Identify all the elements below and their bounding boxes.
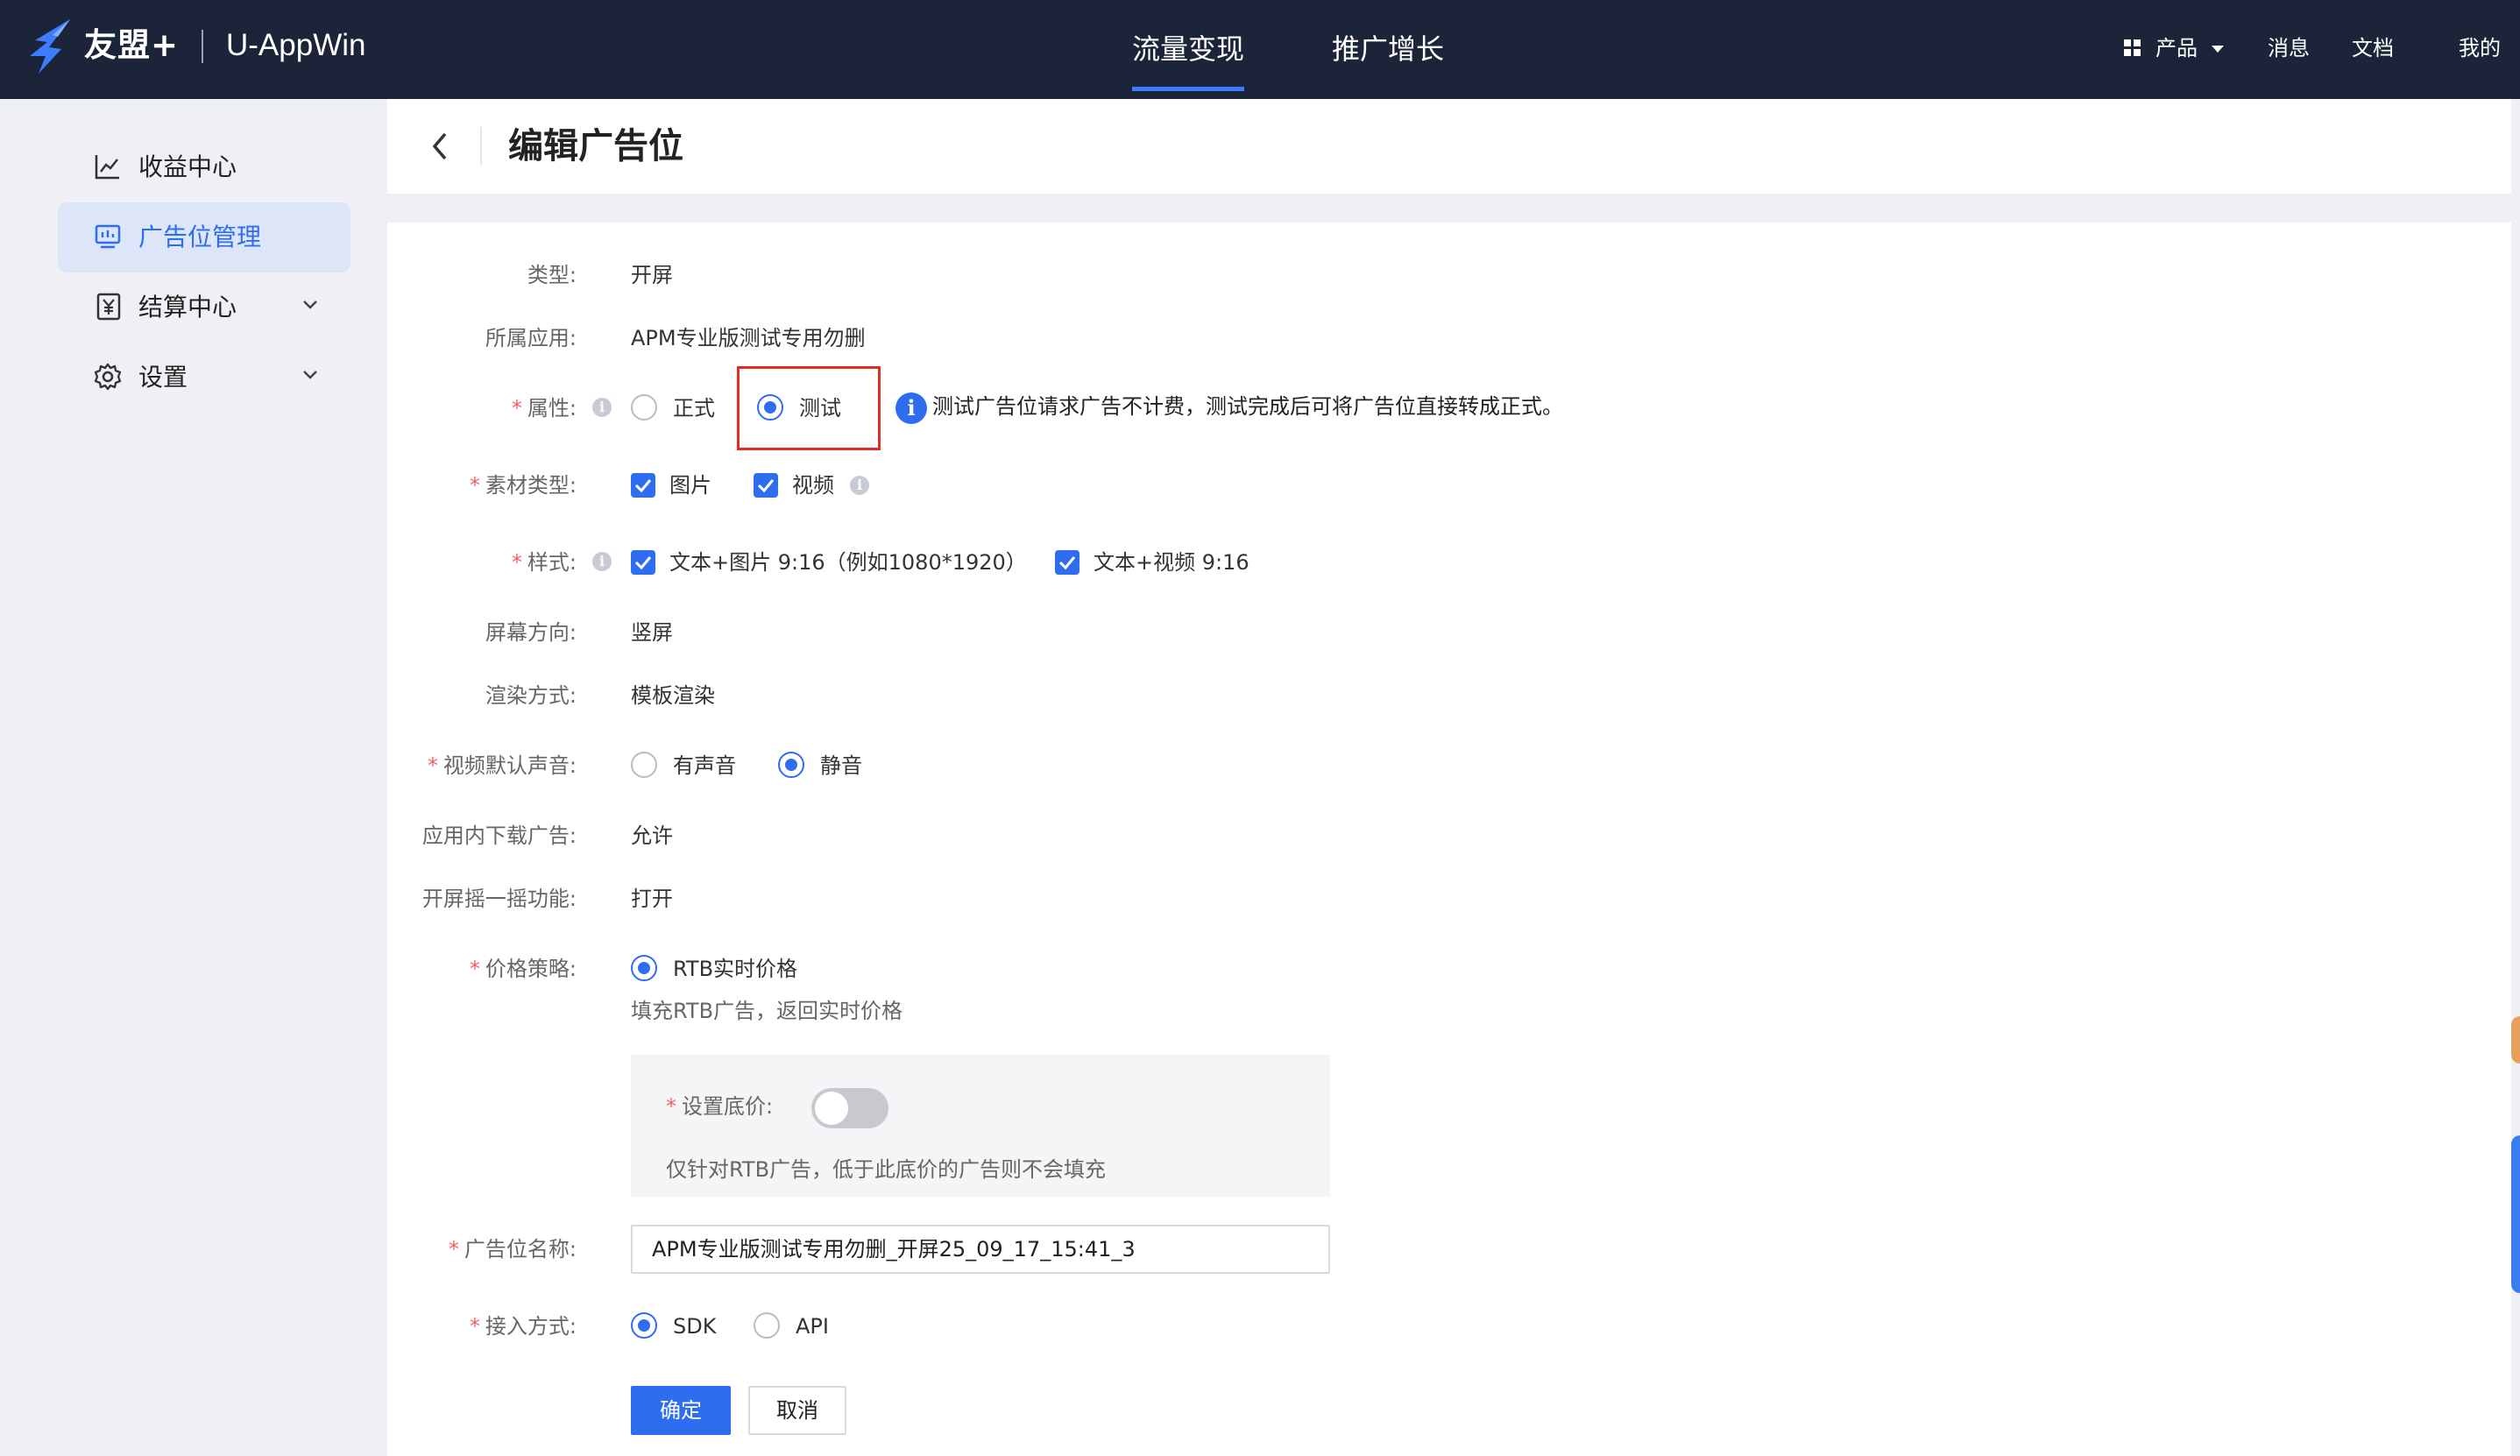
material-video-checkbox[interactable] (754, 473, 778, 498)
shake-label: 开屏摇一摇功能: (421, 887, 577, 911)
render-label: 渲染方式: (485, 683, 577, 708)
info-icon[interactable]: i (592, 398, 612, 417)
price-rtb-radio[interactable] (631, 955, 657, 981)
style-video-checkbox[interactable] (1055, 550, 1079, 575)
sidebar-item-label: 设置 (138, 363, 188, 392)
products-grid-icon[interactable] (2124, 39, 2141, 57)
sidebar-item-settings[interactable]: 设置 (58, 343, 350, 413)
monitor-icon (95, 224, 121, 249)
top-navigation-bar: 友盟+ U-AppWin 流量变现 推广增长 产品 消息 文档 我的 (0, 0, 2520, 99)
tab-promotion-growth[interactable]: 推广增长 (1332, 30, 1444, 68)
product-name[interactable]: U-AppWin (226, 23, 365, 68)
sidebar-item-settlement[interactable]: 结算中心 (58, 272, 350, 343)
my-account-menu[interactable]: 我的 (2459, 33, 2501, 63)
access-label: * 接入方式: (469, 1314, 577, 1339)
highlight-box (737, 366, 881, 450)
chevron-down-icon[interactable] (300, 293, 321, 315)
access-sdk-label[interactable]: SDK (673, 1311, 716, 1341)
style-label-text: 样式: (527, 550, 577, 575)
material-image-label[interactable]: 图片 (669, 470, 711, 500)
shake-value: 打开 (631, 887, 673, 911)
price-rtb-label[interactable]: RTB实时价格 (673, 954, 797, 984)
access-api-label[interactable]: API (796, 1311, 829, 1341)
material-video-label[interactable]: 视频 (792, 470, 834, 500)
sound-mute-radio[interactable] (778, 752, 804, 778)
style-video-label[interactable]: 文本+视频 9:16 (1094, 548, 1249, 577)
orientation-value: 竖屏 (631, 620, 673, 645)
sound-label-text: 视频默认声音: (442, 753, 577, 778)
material-label: * 素材类型: (469, 473, 577, 498)
floor-price-toggle[interactable] (811, 1088, 888, 1128)
tab-traffic-monetization[interactable]: 流量变现 (1132, 30, 1245, 91)
attribute-hint: 测试广告位请求广告不计费，测试完成后可将广告位直接转成正式。 (932, 394, 1563, 419)
app-label: 所属应用: (485, 326, 577, 350)
material-label-text: 素材类型: (485, 473, 577, 498)
floor-price-label-text: 设置底价: (682, 1094, 774, 1119)
price-label-text: 价格策略: (485, 957, 577, 981)
download-label: 应用内下载广告: (421, 823, 577, 848)
sidebar: 收益中心 广告位管理 结算中心 设置 (0, 99, 386, 1456)
render-value: 模板渲染 (631, 683, 715, 708)
cancel-button[interactable]: 取消 (748, 1386, 846, 1435)
access-label-text: 接入方式: (485, 1314, 577, 1339)
floor-price-label: * 设置底价: (666, 1094, 774, 1119)
floating-widget-handle[interactable] (2511, 1016, 2520, 1064)
floor-price-description: 仅针对RTB广告，低于此底价的广告则不会填充 (666, 1157, 1107, 1182)
back-arrow-icon[interactable] (428, 129, 450, 164)
orientation-label: 屏幕方向: (485, 620, 577, 645)
info-icon[interactable]: i (850, 476, 869, 495)
caret-down-icon[interactable] (2212, 46, 2224, 53)
sidebar-item-label: 结算中心 (138, 293, 237, 322)
brand-name[interactable]: 友盟+ (84, 23, 179, 68)
sidebar-item-label: 广告位管理 (138, 223, 262, 251)
brand-divider (202, 30, 203, 63)
chart-icon (95, 155, 119, 180)
umeng-logo-icon[interactable] (26, 18, 75, 75)
yen-icon (96, 293, 121, 321)
info-icon[interactable]: i (592, 552, 612, 571)
attribute-formal-label[interactable]: 正式 (673, 393, 715, 423)
page-title: 编辑广告位 (508, 126, 683, 166)
sound-mute-label[interactable]: 静音 (820, 751, 862, 781)
type-label: 类型: (527, 263, 577, 287)
access-api-radio[interactable] (754, 1312, 780, 1339)
docs-link[interactable]: 文档 (2352, 33, 2394, 63)
slot-name-input[interactable]: APM专业版测试专用勿删_开屏25_09_17_15:41_3 (631, 1225, 1330, 1274)
sound-on-radio[interactable] (631, 752, 657, 778)
sidebar-item-label: 收益中心 (138, 152, 237, 181)
page-header (387, 99, 2511, 194)
attribute-formal-radio[interactable] (631, 394, 657, 421)
style-image-checkbox[interactable] (631, 550, 655, 575)
messages-link[interactable]: 消息 (2268, 33, 2310, 63)
products-menu[interactable]: 产品 (2155, 33, 2198, 63)
price-description: 填充RTB广告，返回实时价格 (631, 999, 903, 1023)
access-sdk-radio[interactable] (631, 1312, 657, 1339)
price-label: * 价格策略: (469, 957, 577, 981)
info-filled-icon: i (895, 392, 927, 424)
app-value: APM专业版测试专用勿删 (631, 326, 866, 350)
header-divider (480, 127, 482, 166)
attribute-label: * 属性: (511, 396, 577, 421)
style-label: * 样式: (511, 550, 577, 575)
gear-icon (94, 363, 122, 391)
slot-name-label: * 广告位名称: (448, 1237, 577, 1262)
style-image-label[interactable]: 文本+图片 9:16（例如1080*1920） (669, 548, 1027, 577)
sidebar-item-revenue[interactable]: 收益中心 (58, 132, 350, 202)
download-value: 允许 (631, 823, 673, 848)
confirm-button[interactable]: 确定 (631, 1386, 731, 1435)
chevron-down-icon[interactable] (300, 364, 321, 385)
slot-name-label-text: 广告位名称: (464, 1237, 577, 1262)
sidebar-item-ad-slots[interactable]: 广告位管理 (58, 202, 350, 272)
attribute-label-text: 属性: (527, 396, 577, 421)
sound-on-label[interactable]: 有声音 (673, 751, 736, 781)
sound-label: * 视频默认声音: (427, 753, 577, 778)
material-image-checkbox[interactable] (631, 473, 655, 498)
type-value: 开屏 (631, 263, 673, 287)
floating-feedback-tab[interactable] (2511, 1135, 2520, 1293)
